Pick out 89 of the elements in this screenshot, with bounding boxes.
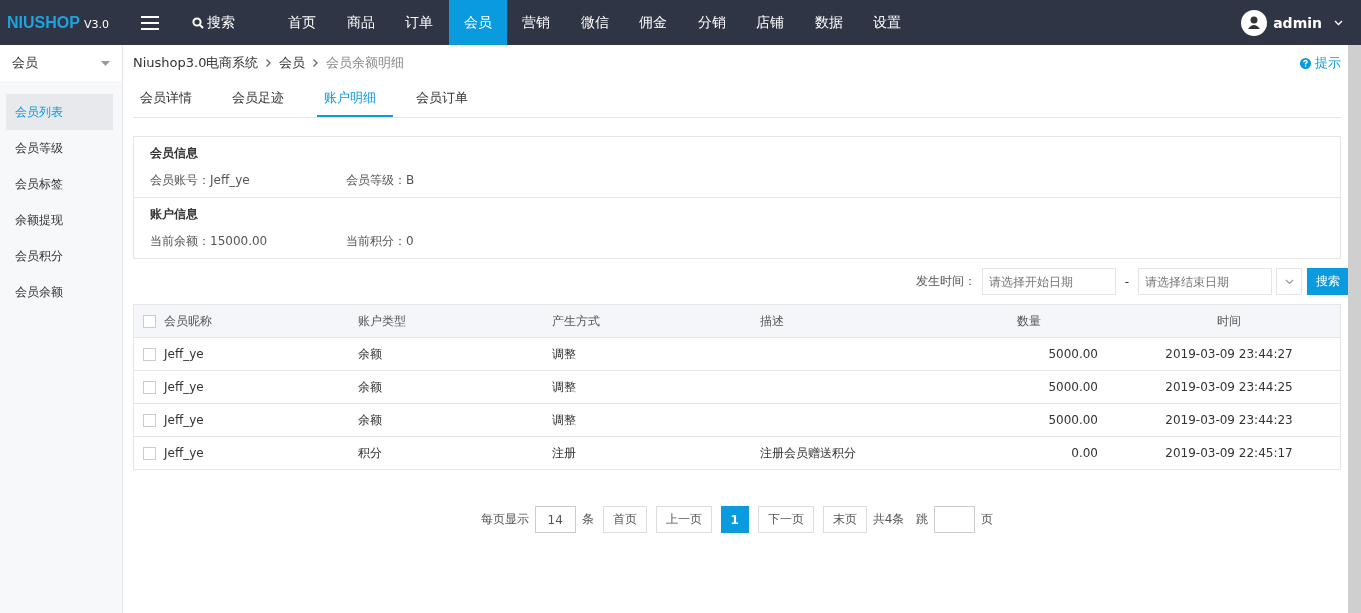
table-cell: 余额: [358, 346, 382, 361]
nav-tab[interactable]: 数据: [799, 0, 858, 45]
prev-page-button[interactable]: 上一页: [655, 506, 712, 533]
info-field: 会员账号：Jeff_ye: [150, 172, 346, 189]
total-count: 共4条: [872, 511, 905, 528]
table-cell: 余额: [358, 379, 382, 394]
section-title: 会员信息: [150, 145, 199, 161]
pager-label: 跳: [916, 511, 929, 528]
table-cell: 注册会员赠送积分: [760, 445, 856, 460]
column-header: 数量: [960, 304, 1098, 338]
dropdown-button[interactable]: [1276, 268, 1302, 295]
table-cell: Jeff_ye: [164, 446, 204, 460]
start-date-field[interactable]: 请选择开始日期: [981, 268, 1116, 295]
nav-tab[interactable]: 佣金: [624, 0, 683, 45]
table-cell: 2019-03-09 23:44:23: [1165, 413, 1293, 427]
sidebar-item[interactable]: 会员积分: [6, 238, 113, 274]
nav-tab[interactable]: 分销: [682, 0, 741, 45]
checkbox[interactable]: [142, 381, 156, 394]
checkbox[interactable]: [142, 348, 156, 361]
nav-tab[interactable]: 商品: [331, 0, 390, 45]
jump-page-field[interactable]: [934, 506, 976, 533]
help-icon: [1300, 57, 1311, 69]
end-date-field[interactable]: 请选择结束日期: [1138, 268, 1272, 295]
checkbox[interactable]: [142, 414, 156, 427]
column-header: 账户类型: [358, 304, 552, 338]
table-cell: 调整: [552, 379, 576, 394]
table-cell: 0.00: [1071, 446, 1098, 460]
chevron-icon: [266, 59, 272, 67]
info-field: 当前余额：15000.00: [150, 233, 346, 250]
caret-icon: [101, 60, 110, 66]
scrollbar[interactable]: [1348, 45, 1361, 613]
search-icon: [192, 16, 204, 29]
pager-label: 条: [581, 511, 594, 528]
table-cell: 2019-03-09 23:44:25: [1165, 380, 1293, 394]
menu-icon[interactable]: [141, 15, 159, 30]
column-header: 产生方式: [552, 304, 760, 338]
nav-tab[interactable]: 首页: [273, 0, 332, 45]
section-title: 账户信息: [150, 206, 199, 222]
sidebar-item[interactable]: 会员等级: [6, 130, 113, 166]
page-size-field[interactable]: 14: [534, 506, 576, 533]
breadcrumb-link[interactable]: Niushop3.0电商系统: [133, 54, 259, 72]
pager-label: 每页显示: [480, 511, 529, 528]
table-cell: 2019-03-09 23:44:27: [1165, 347, 1293, 361]
last-page-button[interactable]: 末页: [822, 506, 867, 533]
table-cell: 注册: [552, 445, 576, 460]
table-cell: Jeff_ye: [164, 347, 204, 361]
nav-tab[interactable]: 营销: [507, 0, 566, 45]
nav-tab[interactable]: 微信: [565, 0, 624, 45]
avatar-icon[interactable]: [1241, 9, 1268, 36]
sidebar-dropdown[interactable]: 会员: [0, 45, 122, 81]
column-header: 时间: [1098, 304, 1341, 338]
table-cell: Jeff_ye: [164, 380, 204, 394]
search-button[interactable]: 搜索: [192, 13, 262, 32]
caret-icon: [1284, 278, 1294, 285]
column-header: 会员昵称: [164, 304, 358, 338]
first-page-button[interactable]: 首页: [602, 506, 647, 533]
nav-tab[interactable]: 订单: [390, 0, 449, 45]
caret-icon[interactable]: [1334, 19, 1343, 26]
table-cell: 余额: [358, 412, 382, 427]
info-field: 会员等级：B: [346, 172, 542, 189]
table-cell: Jeff_ye: [164, 413, 204, 427]
table-cell: 2019-03-09 22:45:17: [1165, 446, 1293, 460]
tab[interactable]: 会员足迹: [225, 81, 301, 117]
breadcrumb-link[interactable]: 会员: [279, 54, 306, 72]
table-cell: 积分: [358, 445, 382, 460]
next-page-button[interactable]: 下一页: [757, 506, 814, 533]
table-cell: 调整: [552, 412, 576, 427]
chevron-icon: [313, 59, 319, 67]
sidebar-item[interactable]: 会员标签: [6, 166, 113, 202]
breadcrumb-current: 会员余额明细: [326, 54, 405, 72]
tab[interactable]: 会员订单: [409, 81, 485, 117]
table-cell: 5000.00: [1048, 380, 1098, 394]
table-cell: 5000.00: [1048, 413, 1098, 427]
logo: NIUSHOP V3.0: [6, 13, 110, 32]
nav-tab[interactable]: 设置: [858, 0, 917, 45]
tab[interactable]: 会员详情: [133, 81, 209, 117]
user-name[interactable]: admin: [1273, 14, 1322, 31]
nav-tab[interactable]: 店铺: [741, 0, 800, 45]
table-cell: 调整: [552, 346, 576, 361]
column-header: 描述: [760, 304, 960, 338]
sidebar-item[interactable]: 会员余额: [6, 274, 113, 310]
filter-label: 发生时间：: [915, 273, 976, 290]
sidebar-item[interactable]: 余额提现: [6, 202, 113, 238]
checkbox[interactable]: [142, 315, 156, 328]
checkbox[interactable]: [142, 447, 156, 460]
range-separator: -: [1124, 274, 1129, 289]
pager-label: 页: [981, 511, 994, 528]
table-cell: 5000.00: [1048, 347, 1098, 361]
info-field: 当前积分：0: [346, 233, 542, 250]
